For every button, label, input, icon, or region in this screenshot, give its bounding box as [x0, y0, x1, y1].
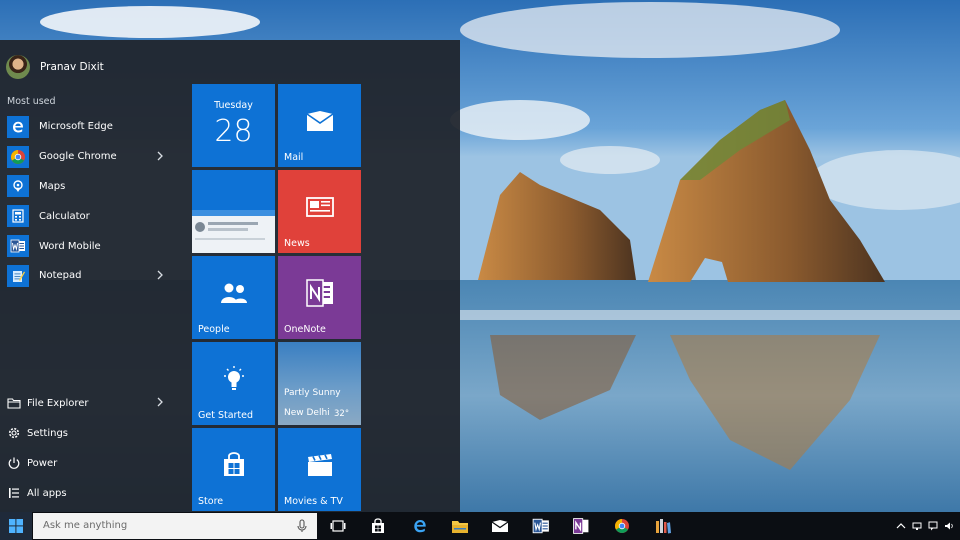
microphone-icon[interactable] — [297, 519, 307, 533]
network-icon[interactable] — [912, 521, 922, 531]
list-icon — [9, 488, 19, 498]
windows-logo-icon — [9, 519, 23, 533]
app-item-label: Microsoft Edge — [39, 121, 113, 133]
chrome-icon — [7, 145, 29, 168]
calculator-icon — [7, 205, 29, 228]
clapperboard-icon — [307, 453, 332, 476]
user-name: Pranav Dixit — [40, 61, 104, 73]
weather-temperature: 32° — [334, 409, 350, 419]
task-view-icon[interactable] — [328, 516, 348, 536]
lightbulb-icon — [223, 365, 244, 390]
calendar-tile[interactable]: Tuesday 28 — [192, 84, 275, 167]
people-icon — [220, 283, 247, 303]
edge-icon[interactable] — [410, 516, 430, 536]
app-item-notepad[interactable]: Notepad — [0, 261, 186, 291]
calendar-day: Tuesday — [214, 100, 253, 111]
chevron-up-icon[interactable] — [896, 521, 906, 531]
message-icon[interactable] — [928, 521, 938, 531]
tile-label: People — [198, 324, 230, 335]
app-item-label: Notepad — [39, 270, 82, 282]
app-item-calculator[interactable]: Calculator — [0, 201, 186, 231]
file-explorer-item[interactable]: File Explorer — [0, 388, 186, 418]
folder-icon — [7, 398, 21, 409]
store-icon — [223, 451, 244, 476]
start-button[interactable] — [0, 512, 32, 540]
mail-icon — [306, 110, 333, 131]
volume-icon[interactable] — [944, 521, 954, 531]
cortana-search-box[interactable]: Ask me anything — [33, 513, 317, 539]
store-tile[interactable]: Store — [192, 428, 275, 511]
people-tile[interactable]: People — [192, 256, 275, 339]
start-menu-bottom-list: File Explorer Settings Power All apps — [0, 388, 186, 508]
word-icon[interactable] — [531, 516, 551, 536]
mail-icon[interactable] — [490, 516, 510, 536]
mail-tile[interactable]: Mail — [278, 84, 361, 167]
settings-label: Settings — [27, 427, 69, 439]
onenote-icon — [305, 278, 333, 307]
start-menu-left-column: Pranav Dixit Most used Microsoft Edge Go… — [0, 40, 186, 512]
weather-tile[interactable]: Partly Sunny New Delhi 32° — [278, 342, 361, 425]
notepad-icon — [7, 264, 29, 287]
chevron-right-icon[interactable] — [154, 269, 166, 281]
power-icon — [8, 457, 20, 469]
all-apps-item[interactable]: All apps — [0, 478, 186, 508]
start-menu: Pranav Dixit Most used Microsoft Edge Go… — [0, 40, 460, 512]
onenote-tile[interactable]: OneNote — [278, 256, 361, 339]
chrome-icon[interactable] — [612, 516, 632, 536]
news-icon — [305, 196, 334, 217]
live-tile-photos[interactable] — [192, 170, 275, 253]
power-item[interactable]: Power — [0, 448, 186, 478]
movies-tv-tile[interactable]: Movies & TV — [278, 428, 361, 511]
tile-label: Movies & TV — [284, 496, 343, 507]
app-item-label: Calculator — [39, 210, 90, 222]
news-tile[interactable]: News — [278, 170, 361, 253]
chevron-right-icon[interactable] — [154, 150, 166, 162]
settings-item[interactable]: Settings — [0, 418, 186, 448]
app-item-word-mobile[interactable]: Word Mobile — [0, 231, 186, 261]
power-label: Power — [27, 457, 58, 469]
app-item-maps[interactable]: Maps — [0, 172, 186, 202]
library-icon[interactable] — [653, 516, 673, 536]
avatar — [6, 55, 30, 79]
weather-city: New Delhi — [284, 408, 330, 418]
tile-label: News — [284, 238, 310, 249]
search-placeholder: Ask me anything — [43, 520, 128, 531]
word-icon — [7, 235, 29, 258]
app-item-label: Maps — [39, 180, 66, 192]
app-item-google-chrome[interactable]: Google Chrome — [0, 142, 186, 172]
onenote-icon[interactable] — [571, 516, 591, 536]
file-explorer-icon[interactable] — [450, 516, 470, 536]
app-item-microsoft-edge[interactable]: Microsoft Edge — [0, 112, 186, 142]
tile-label: OneNote — [284, 324, 326, 335]
file-explorer-label: File Explorer — [27, 397, 89, 409]
weather-condition: Partly Sunny — [284, 388, 341, 398]
all-apps-label: All apps — [27, 487, 67, 499]
most-used-label: Most used — [7, 96, 56, 107]
live-tile-preview — [192, 210, 275, 253]
store-icon[interactable] — [368, 516, 388, 536]
tile-label: Store — [198, 496, 224, 507]
gear-icon — [8, 427, 20, 439]
edge-icon — [7, 115, 29, 138]
app-item-label: Google Chrome — [39, 151, 117, 163]
calendar-date: 28 — [214, 114, 253, 149]
app-item-label: Word Mobile — [39, 240, 101, 252]
tile-label: Get Started — [198, 410, 254, 421]
most-used-list: Microsoft Edge Google Chrome Maps Calcul… — [0, 112, 186, 291]
user-account[interactable]: Pranav Dixit — [6, 54, 104, 80]
maps-icon — [7, 175, 29, 198]
taskbar: Ask me anything — [0, 512, 960, 540]
tile-label: Mail — [284, 152, 304, 163]
get-started-tile[interactable]: Get Started — [192, 342, 275, 425]
chevron-right-icon[interactable] — [154, 396, 166, 408]
